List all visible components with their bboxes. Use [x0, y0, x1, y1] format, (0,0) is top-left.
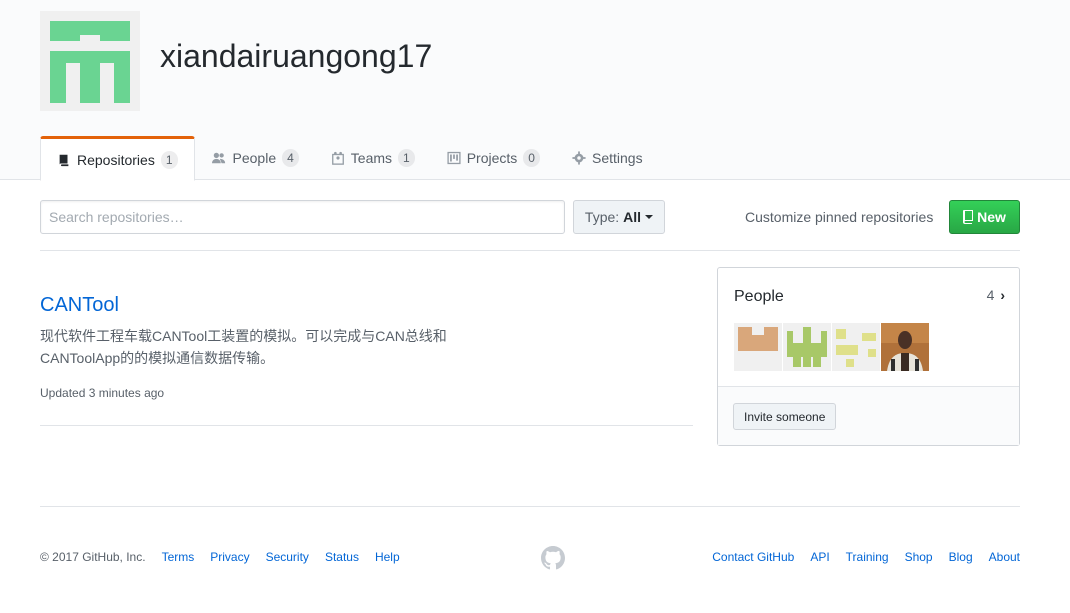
org-name: xiandairuangong17: [160, 38, 433, 74]
divider: [40, 425, 693, 426]
footer-link-help[interactable]: Help: [375, 550, 400, 564]
tab-label: Settings: [591, 150, 643, 166]
type-filter-label: Type:: [584, 209, 620, 225]
github-logo-icon[interactable]: [541, 546, 565, 570]
repo-icon: [59, 153, 69, 166]
repo-name-link[interactable]: CANTool: [40, 294, 119, 317]
people-box-title: People: [734, 288, 784, 305]
footer-link-terms[interactable]: Terms: [162, 550, 195, 564]
footer-link-api[interactable]: API: [810, 550, 829, 564]
footer-right: Contact GitHub API Training Shop Blog Ab…: [696, 550, 1020, 564]
footer-link-contact[interactable]: Contact GitHub: [712, 550, 794, 564]
people-count: 4: [986, 287, 995, 303]
teams-icon: [331, 151, 344, 165]
org-tabs: Repositories 1 People 4 Teams 1 Projects…: [40, 136, 659, 181]
divider: [40, 250, 1020, 251]
tab-counter: 1: [398, 149, 415, 167]
org-header: xiandairuangong17 Repositories 1 People …: [0, 0, 1070, 181]
org-avatar: [40, 11, 140, 111]
footer-left: © 2017 GitHub, Inc. Terms Privacy Securi…: [40, 550, 416, 564]
footer-link-training[interactable]: Training: [846, 550, 889, 564]
footer-link-security[interactable]: Security: [266, 550, 309, 564]
member-avatar[interactable]: [783, 323, 831, 371]
member-avatar[interactable]: [734, 323, 782, 371]
repo-updated: Updated 3 minutes ago: [40, 386, 165, 400]
chevron-right-icon: ›: [1000, 287, 1005, 303]
repo-icon: [963, 210, 974, 224]
type-filter-button[interactable]: Type: All: [573, 200, 665, 234]
copyright: © 2017 GitHub, Inc.: [40, 550, 146, 564]
footer-link-shop[interactable]: Shop: [905, 550, 933, 564]
tab-counter: 1: [160, 150, 178, 169]
tab-repositories[interactable]: Repositories 1: [40, 136, 195, 181]
tab-label: People: [232, 150, 277, 166]
member-avatar[interactable]: [832, 323, 880, 371]
footer-link-about[interactable]: About: [989, 550, 1020, 564]
people-icon: [211, 152, 225, 164]
member-avatar-photo[interactable]: [881, 323, 929, 371]
people-box: People 4 › Invite someone: [717, 267, 1020, 446]
tab-settings[interactable]: Settings: [556, 136, 659, 180]
tab-label: Projects: [466, 150, 518, 166]
repo-description: 现代软件工程车载CANTool工装置的模拟。可以完成与CAN总线和CANTool…: [40, 328, 447, 366]
customize-pinned-link[interactable]: Customize pinned repositories: [745, 209, 933, 225]
gear-icon: [572, 151, 586, 165]
tab-teams[interactable]: Teams 1: [315, 136, 431, 180]
caret-down-icon: [645, 215, 654, 219]
footer-link-status[interactable]: Status: [325, 550, 359, 564]
tab-counter: 0: [523, 149, 540, 167]
footer-divider: [40, 506, 1020, 507]
search-input[interactable]: [40, 200, 565, 234]
invite-someone-button[interactable]: Invite someone: [733, 403, 837, 430]
tab-counter: 4: [282, 149, 299, 167]
tab-projects[interactable]: Projects 0: [431, 136, 556, 180]
new-repository-button[interactable]: New: [949, 200, 1020, 234]
tab-label: Repositories: [77, 151, 155, 168]
tab-people[interactable]: People 4: [195, 136, 315, 180]
footer-link-blog[interactable]: Blog: [949, 550, 973, 564]
footer-link-privacy[interactable]: Privacy: [210, 550, 249, 564]
project-icon: [447, 151, 461, 165]
type-filter-value: All: [623, 209, 642, 225]
people-box-footer: Invite someone: [718, 386, 1019, 445]
tab-label: Teams: [350, 150, 393, 166]
people-count-link[interactable]: 4 ›: [987, 287, 1005, 303]
new-button-label: New: [977, 209, 1006, 225]
